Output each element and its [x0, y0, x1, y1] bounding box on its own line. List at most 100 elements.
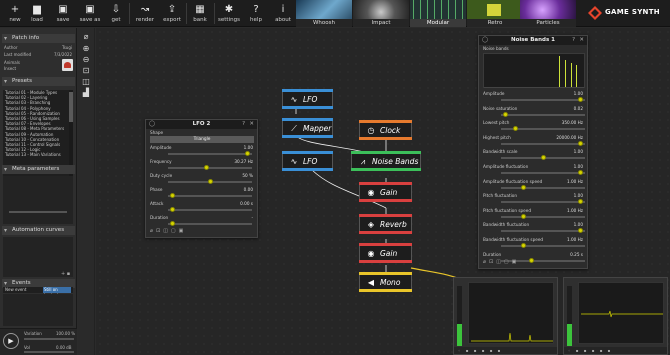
volume-slider[interactable] [24, 351, 74, 353]
slider-knob[interactable] [578, 140, 584, 146]
node-gain-a[interactable]: ◉ Gain [359, 182, 412, 202]
slider-knob[interactable] [169, 221, 175, 226]
param-slider[interactable] [168, 165, 252, 170]
param-slider[interactable] [501, 184, 585, 190]
param-slider[interactable] [501, 97, 585, 102]
slider-knob[interactable] [169, 193, 175, 198]
param-slider[interactable] [501, 228, 585, 234]
node-mono[interactable]: ◀ Mono [359, 272, 412, 292]
power-icon[interactable]: ◯ [482, 36, 488, 45]
param-value[interactable]: 1.00 Hz [567, 237, 583, 243]
preset-tab-retro[interactable]: Retro [467, 0, 523, 27]
power-icon[interactable]: ◯ [149, 120, 155, 129]
param-slider[interactable] [501, 126, 585, 132]
help-icon[interactable]: ? [242, 120, 245, 129]
patch-info-header[interactable]: Patch info [2, 34, 75, 43]
param-value[interactable]: 1.00 [244, 145, 253, 151]
export-button[interactable]: ⇪ export [159, 1, 185, 26]
param-slider[interactable] [168, 151, 252, 156]
play-button[interactable]: ▶ [3, 333, 19, 349]
preset-tab-impact[interactable]: Impact [353, 0, 409, 27]
preset-list-item[interactable]: Tutorial 13 - Main Variations [3, 152, 69, 157]
param-value[interactable]: 0.00 s [240, 201, 253, 207]
param-value[interactable]: 0.25 s [570, 252, 583, 258]
lfo2-title-bar[interactable]: ◯ LFO 2 ? ✕ [146, 120, 257, 129]
zoom-in-icon[interactable]: ⊕ [80, 43, 92, 54]
slider-knob[interactable] [578, 97, 584, 102]
param-slider[interactable] [168, 207, 252, 212]
param-value[interactable]: 1.00 Hz [567, 179, 583, 185]
scope-controls[interactable]: ◦ ▪ ▪ ▪ ▪ ▪ [564, 347, 667, 354]
slider-knob[interactable] [540, 155, 546, 161]
slider-knob[interactable] [578, 228, 584, 234]
param-value[interactable]: 0.02 [574, 106, 583, 112]
param-slider[interactable] [501, 213, 585, 219]
param-value[interactable]: 20000.00 Hz [556, 135, 583, 141]
param-value[interactable]: 1.00 [574, 164, 583, 170]
save-as-button[interactable]: ▣ save as [77, 1, 103, 26]
preset-tab-modular[interactable]: Modular [410, 0, 466, 27]
param-value[interactable]: 0.00 [244, 187, 253, 193]
meta-parameters-header[interactable]: Meta parameters [2, 165, 75, 174]
shape-dropdown[interactable]: Triangle [150, 136, 254, 143]
param-value[interactable]: 1.00 Hz [567, 208, 583, 214]
slider-knob[interactable] [207, 179, 213, 184]
scope-controls[interactable]: ◦ ▪ ▪ ▪ ▪ ▪ [454, 347, 557, 354]
bank-button[interactable]: ▦ bank [187, 1, 213, 26]
event-row[interactable]: New event Still on Locked [3, 287, 73, 298]
presets-header[interactable]: Presets [2, 77, 75, 86]
slider-knob[interactable] [520, 243, 526, 248]
close-icon[interactable]: ✕ [579, 36, 584, 45]
link-icon[interactable]: ⌀ [80, 31, 92, 42]
slider-knob[interactable] [203, 165, 209, 170]
node-lfo-a[interactable]: ∿ LFO [282, 89, 333, 109]
param-value[interactable]: 1.00 [574, 91, 583, 97]
param-slider[interactable] [168, 179, 252, 184]
noise-bands-title-bar[interactable]: ◯ Noise Bands 1 ? ✕ [479, 36, 587, 45]
param-slider[interactable] [501, 111, 585, 117]
param-slider[interactable] [501, 155, 585, 161]
render-button[interactable]: ↝ render [132, 1, 158, 26]
slider-knob[interactable] [520, 184, 526, 190]
node-mapper[interactable]: ⟋ Mapper [282, 118, 333, 138]
panel-footer-icons[interactable]: ⌀⊡◫▢▣ [150, 228, 186, 234]
slider-knob[interactable] [169, 207, 175, 212]
node-clock[interactable]: ◷ Clock [359, 120, 412, 140]
zoom-out-icon[interactable]: ⊖ [80, 54, 92, 65]
select-icon[interactable]: ◫ [80, 76, 92, 87]
param-slider[interactable] [501, 243, 585, 248]
node-lfo-b[interactable]: ∿ LFO [282, 151, 333, 171]
param-value[interactable]: - [251, 215, 253, 221]
chart-icon[interactable]: ▟ [80, 87, 92, 98]
slider-knob[interactable] [578, 199, 584, 205]
param-value[interactable]: 1.00 [574, 149, 583, 155]
help-button[interactable]: ? help [243, 1, 269, 26]
slider-knob[interactable] [502, 111, 508, 117]
automation-curves-header[interactable]: Automation curves [2, 226, 75, 235]
panel-footer-icons[interactable]: ⌀⊡◫▢▣ [483, 259, 519, 265]
settings-button[interactable]: ✱ settings [216, 1, 242, 26]
param-slider[interactable] [168, 193, 252, 198]
preset-tab-particles[interactable]: Particles [520, 0, 576, 27]
slider-knob[interactable] [520, 213, 526, 219]
slider-knob[interactable] [528, 257, 534, 263]
param-value[interactable]: 350.00 Hz [562, 120, 583, 126]
help-icon[interactable]: ? [572, 36, 575, 45]
load-button[interactable]: ▆ load [24, 1, 50, 26]
get-button[interactable]: ⇩ get [103, 1, 129, 26]
slider-knob[interactable] [512, 126, 518, 132]
patch-canvas[interactable]: ∿ LFO ⟋ Mapper ∿ LFO ◷ Clock ⩘ Noise Ban… [96, 28, 670, 355]
close-icon[interactable]: ✕ [249, 120, 254, 129]
variation-slider[interactable] [24, 338, 74, 340]
save-button[interactable]: ▣ save [50, 1, 76, 26]
node-reverb[interactable]: ◈ Reverb [359, 214, 412, 234]
preset-tab-whoosh[interactable]: Whoosh [296, 0, 352, 27]
noise-bands-graph[interactable] [483, 53, 585, 88]
node-noise-bands[interactable]: ⩘ Noise Bands [351, 151, 421, 171]
param-value[interactable]: 30.27 Hz [234, 159, 253, 165]
param-slider[interactable] [501, 199, 585, 205]
param-slider[interactable] [501, 140, 585, 146]
scroll-thumb[interactable] [69, 92, 73, 122]
preset-list-item[interactable]: Tutorial 08 - Meta Parameters [3, 126, 69, 131]
node-gain-b[interactable]: ◉ Gain [359, 243, 412, 263]
